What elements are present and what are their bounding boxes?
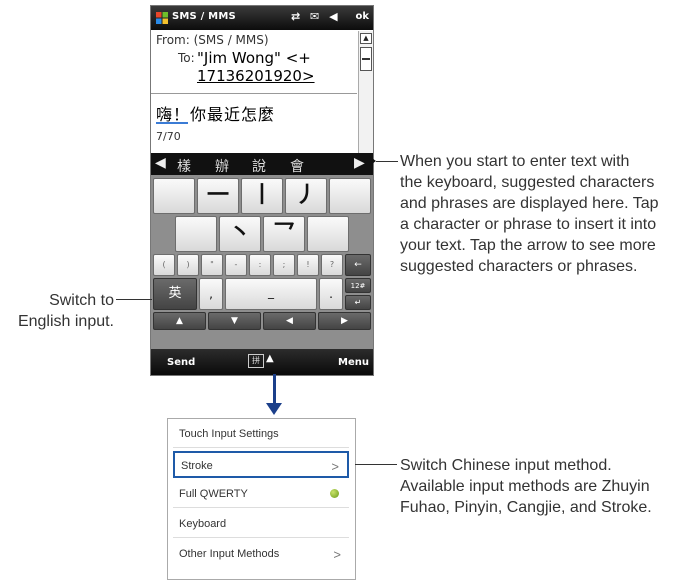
key-blank[interactable] bbox=[153, 178, 195, 214]
key-question[interactable]: ? bbox=[321, 254, 343, 276]
callout-line-text: and phrases are displayed here. Tap bbox=[400, 195, 659, 212]
key-open-paren[interactable]: ( bbox=[153, 254, 175, 276]
menu-item-full-qwerty[interactable]: Full QWERTY bbox=[173, 481, 349, 508]
from-field[interactable]: From: (SMS / MMS) bbox=[156, 33, 269, 47]
callout-line-text: Switch Chinese input method. bbox=[400, 457, 612, 474]
chevron-right-icon: > bbox=[333, 547, 341, 562]
english-input-key[interactable]: 英 bbox=[153, 278, 197, 310]
composition-underline bbox=[156, 122, 188, 124]
callout-line-text: Switch to bbox=[49, 292, 114, 309]
callout-line-text: the keyboard, suggested characters bbox=[400, 174, 655, 191]
field-divider bbox=[151, 93, 357, 94]
suggestions-callout: When you start to enter text with the ke… bbox=[400, 151, 683, 277]
arrow-up-key[interactable]: ▲ bbox=[153, 312, 206, 330]
status-bar: SMS / MMS ⇄ ✉ ◀ ok bbox=[151, 6, 373, 30]
menu-item-keyboard[interactable]: Keyboard bbox=[173, 511, 349, 538]
suggestion-bar: ◀ 樣 辦 說 會 ▶ bbox=[151, 153, 373, 175]
callout-line-text: your text. Tap the arrow to see more bbox=[400, 237, 656, 254]
enter-key[interactable]: ↵ bbox=[345, 295, 371, 310]
key-blank[interactable] bbox=[307, 216, 349, 252]
menu-item-stroke[interactable]: Stroke > bbox=[173, 451, 349, 478]
menu-item-label: Touch Input Settings bbox=[179, 428, 279, 440]
suggestion-char[interactable]: 辦 bbox=[215, 156, 229, 176]
callout-line-text: suggested characters or phrases. bbox=[400, 258, 638, 275]
scroll-up-icon[interactable]: ▲ bbox=[360, 33, 372, 44]
menu-item-label: Full QWERTY bbox=[179, 488, 248, 500]
callout-line bbox=[355, 464, 397, 465]
message-scrollbar[interactable]: ▲ bbox=[358, 31, 373, 153]
callout-line bbox=[116, 299, 152, 300]
key-exclamation[interactable]: ! bbox=[297, 254, 319, 276]
callout-line-text: Available input methods are Zhuyin bbox=[400, 478, 650, 495]
callout-line-text: a character or phrase to insert it into bbox=[400, 216, 657, 233]
callout-line-text: Fuhao, Pinyin, Cangjie, and Stroke. bbox=[400, 499, 652, 516]
input-methods-callout: Switch Chinese input method. Available i… bbox=[400, 455, 683, 518]
active-indicator-icon bbox=[330, 489, 339, 498]
ok-button[interactable]: ok bbox=[355, 11, 369, 22]
input-selector-arrow-icon[interactable]: ▲ bbox=[266, 353, 274, 364]
arrow-right-key[interactable]: ▶ bbox=[318, 312, 371, 330]
windows-start-icon[interactable] bbox=[155, 11, 169, 25]
key-stroke-horizontal[interactable]: 一 bbox=[197, 178, 239, 214]
menu-item-label: Other Input Methods bbox=[179, 548, 280, 560]
key-quote[interactable]: " bbox=[201, 254, 223, 276]
callout-line-text: When you start to enter text with bbox=[400, 153, 630, 170]
key-comma[interactable]: , bbox=[199, 278, 223, 310]
key-dash[interactable]: - bbox=[225, 254, 247, 276]
arrow-left-key[interactable]: ◀ bbox=[263, 312, 316, 330]
chevron-right-icon: > bbox=[331, 459, 339, 474]
to-recipient-number[interactable]: 17136201920> bbox=[197, 67, 315, 85]
english-input-callout: Switch to English input. bbox=[0, 290, 114, 332]
suggestion-char[interactable]: 樣 bbox=[177, 156, 191, 176]
input-method-icon[interactable]: 拼 bbox=[248, 354, 264, 368]
scroll-thumb[interactable] bbox=[360, 47, 372, 71]
suggestion-char[interactable]: 說 bbox=[252, 156, 266, 176]
input-method-menu: Touch Input Settings Stroke > Full QWERT… bbox=[167, 418, 356, 580]
to-recipient-name[interactable]: "Jim Wong" <+ bbox=[197, 49, 311, 67]
menu-item-label: Keyboard bbox=[179, 518, 227, 530]
suggestion-next-arrow-icon[interactable]: ▶ bbox=[354, 155, 365, 171]
callout-pointer-icon bbox=[369, 156, 376, 166]
arrow-down-key[interactable]: ▼ bbox=[208, 312, 261, 330]
menu-item-touch-input-settings[interactable]: Touch Input Settings bbox=[173, 421, 349, 448]
menu-button[interactable]: Menu bbox=[338, 357, 369, 368]
key-stroke-turning[interactable]: 乛 bbox=[263, 216, 305, 252]
menu-item-label: Stroke bbox=[181, 460, 213, 472]
key-semicolon[interactable]: ; bbox=[273, 254, 295, 276]
soft-key-bar: Send 拼 ▲ Menu bbox=[151, 349, 373, 375]
key-period[interactable]: . bbox=[319, 278, 343, 310]
key-stroke-left-falling[interactable]: 丿 bbox=[285, 178, 327, 214]
key-stroke-dot[interactable]: 丶 bbox=[219, 216, 261, 252]
connector-line bbox=[273, 374, 276, 404]
space-key[interactable]: _ bbox=[225, 278, 317, 310]
key-stroke-vertical[interactable]: 丨 bbox=[241, 178, 283, 214]
to-label: To: bbox=[178, 51, 195, 65]
character-counter: 7/70 bbox=[156, 130, 181, 143]
connectivity-icons[interactable]: ⇄ ✉ ◀ bbox=[291, 10, 341, 23]
numeric-key[interactable]: 12# bbox=[345, 278, 371, 293]
key-blank[interactable] bbox=[175, 216, 217, 252]
down-arrow-icon bbox=[266, 403, 282, 415]
suggestion-prev-arrow-icon[interactable]: ◀ bbox=[155, 155, 166, 171]
status-title: SMS / MMS bbox=[172, 11, 236, 22]
menu-item-other-input-methods[interactable]: Other Input Methods > bbox=[173, 541, 349, 568]
callout-line-text: English input. bbox=[17, 313, 114, 330]
message-area[interactable]: From: (SMS / MMS) To: "Jim Wong" <+ 1713… bbox=[151, 30, 373, 153]
key-blank[interactable] bbox=[329, 178, 371, 214]
key-close-paren[interactable]: ) bbox=[177, 254, 199, 276]
from-label: From: bbox=[156, 33, 190, 47]
key-colon[interactable]: : bbox=[249, 254, 271, 276]
stroke-keyboard: 一 丨 丿 丶 乛 ( ) " - : ; ! ? ← 英 , _ . 12# … bbox=[151, 175, 373, 349]
suggestion-char[interactable]: 會 bbox=[290, 156, 304, 176]
from-value: (SMS / MMS) bbox=[193, 33, 269, 47]
backspace-key[interactable]: ← bbox=[345, 254, 371, 276]
send-button[interactable]: Send bbox=[167, 357, 195, 368]
phone-screen: SMS / MMS ⇄ ✉ ◀ ok From: (SMS / MMS) To:… bbox=[150, 5, 374, 376]
callout-line bbox=[376, 161, 398, 162]
